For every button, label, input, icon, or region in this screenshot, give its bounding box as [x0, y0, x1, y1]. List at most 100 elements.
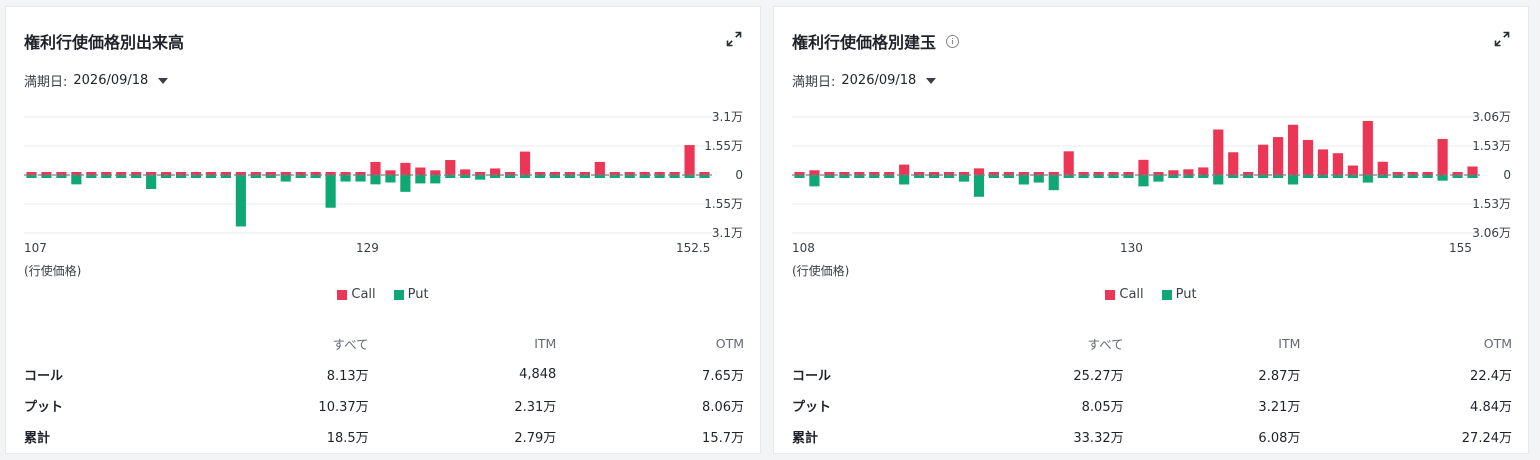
- table-header: OTM: [715, 335, 744, 351]
- bar-put[interactable]: [355, 175, 366, 182]
- open-interest-panel: 権利行使価格別建玉 満期日: 2026/09/18 3.06万 1.53万 0 1.5…: [773, 6, 1529, 454]
- y-tick-label: 3.06万: [1472, 226, 1511, 239]
- bar-call[interactable]: [1228, 152, 1239, 175]
- bar-put[interactable]: [1048, 175, 1059, 191]
- bar-call[interactable]: [1437, 138, 1448, 175]
- y-tick-label: 0: [735, 168, 743, 182]
- open-interest-bar-chart: 3.06万 1.53万 0 1.53万 3.06万: [792, 110, 1511, 239]
- bar-call[interactable]: [415, 167, 426, 175]
- bar-call[interactable]: [430, 170, 441, 175]
- bar-put[interactable]: [809, 175, 820, 187]
- bar-call[interactable]: [490, 168, 501, 175]
- expiry-label: 満期日:: [792, 75, 836, 90]
- bar-put[interactable]: [280, 175, 291, 182]
- bar-put[interactable]: [899, 175, 910, 185]
- cell-all: 18.5万: [326, 431, 369, 446]
- bar-put[interactable]: [1138, 175, 1149, 187]
- table-header: すべて: [332, 336, 369, 352]
- bar-put[interactable]: [1033, 175, 1044, 183]
- info-icon[interactable]: [946, 34, 960, 48]
- bar-put[interactable]: [370, 175, 381, 185]
- bar-call[interactable]: [1063, 151, 1074, 175]
- summary-table: すべて ITM OTM コール 25.27万 2.87万 22.4万 プット 8…: [792, 327, 1512, 452]
- y-tick-label: 3.1万: [712, 110, 743, 124]
- bar-call[interactable]: [1302, 139, 1314, 175]
- bar-call[interactable]: [899, 164, 910, 175]
- chart-legend: Call Put: [774, 287, 1528, 302]
- bar-put[interactable]: [340, 175, 351, 182]
- bar-call[interactable]: [1377, 161, 1388, 175]
- bar-call[interactable]: [1138, 159, 1149, 175]
- bar-put[interactable]: [146, 175, 157, 190]
- bar-put[interactable]: [325, 175, 336, 208]
- bar-call[interactable]: [973, 168, 985, 175]
- cell-otm: 4.84万: [1470, 400, 1512, 415]
- cell-itm: 3.21万: [1258, 400, 1301, 415]
- bar-call[interactable]: [370, 161, 381, 175]
- bar-put[interactable]: [430, 175, 441, 184]
- bar-put[interactable]: [415, 175, 426, 184]
- bar-put[interactable]: [475, 175, 486, 180]
- bar-call[interactable]: [400, 162, 411, 175]
- bar-call[interactable]: [460, 169, 471, 175]
- cell-all: 8.05万: [1081, 400, 1124, 415]
- table-row: 累計 33.32万 6.08万 27.24万: [792, 421, 1512, 452]
- bar-put[interactable]: [1018, 175, 1029, 185]
- legend-label-put: Put: [407, 287, 429, 302]
- bar-call[interactable]: [385, 170, 396, 175]
- x-axis-unit: (行使価格): [792, 264, 850, 278]
- legend-item-put[interactable]: Put: [393, 287, 429, 302]
- bar-call[interactable]: [1183, 169, 1194, 175]
- row-label: プット: [792, 400, 832, 415]
- expiry-selector[interactable]: 満期日: 2026/09/18: [24, 71, 169, 90]
- bar-put[interactable]: [235, 175, 246, 227]
- caret-down-icon[interactable]: [926, 77, 937, 84]
- bar-put[interactable]: [1153, 175, 1164, 182]
- bar-call[interactable]: [1168, 170, 1179, 175]
- bar-call[interactable]: [684, 145, 695, 175]
- cell-all: 10.37万: [318, 400, 369, 415]
- bar-put[interactable]: [400, 175, 411, 192]
- bar-put[interactable]: [1362, 175, 1373, 183]
- expand-icon[interactable]: [726, 31, 742, 47]
- bar-call[interactable]: [1332, 153, 1343, 175]
- bar-call[interactable]: [1258, 144, 1269, 175]
- row-label: 累計: [792, 431, 819, 446]
- expand-icon[interactable]: [1494, 31, 1510, 47]
- bar-put[interactable]: [1213, 175, 1224, 185]
- bar-call[interactable]: [1213, 129, 1224, 175]
- legend-item-put[interactable]: Put: [1161, 287, 1197, 302]
- bar-call[interactable]: [1287, 124, 1299, 175]
- bar-call[interactable]: [519, 151, 531, 175]
- row-label: 累計: [24, 431, 51, 446]
- x-tick-label: 129: [356, 241, 379, 255]
- bar-call[interactable]: [594, 161, 605, 175]
- table-header: ITM: [534, 335, 557, 351]
- bar-call[interactable]: [1362, 120, 1373, 175]
- volume-bar-chart: 3.1万 1.55万 0 1.55万 3.1万: [24, 110, 743, 239]
- bar-call[interactable]: [1317, 149, 1329, 175]
- bar-put[interactable]: [958, 175, 970, 182]
- bar-call[interactable]: [1347, 165, 1358, 175]
- legend-item-call[interactable]: Call: [337, 287, 376, 302]
- bar-put[interactable]: [385, 175, 396, 183]
- x-tick-label: 155: [1449, 241, 1472, 255]
- cell-otm: 7.65万: [702, 369, 744, 384]
- x-tick-label: 152.5: [676, 241, 711, 255]
- bar-put[interactable]: [71, 175, 82, 185]
- expiry-selector[interactable]: 満期日: 2026/09/18: [792, 71, 937, 90]
- bar-call[interactable]: [809, 170, 820, 175]
- legend-item-call[interactable]: Call: [1105, 287, 1144, 302]
- cell-itm: 6.08万: [1258, 431, 1301, 446]
- bar-put[interactable]: [973, 175, 985, 197]
- x-axis-unit: (行使価格): [24, 264, 82, 278]
- bar-call[interactable]: [1467, 166, 1478, 175]
- caret-down-icon[interactable]: [158, 77, 169, 84]
- bar-call[interactable]: [1273, 137, 1284, 175]
- table-row: コール 8.13万 4,848 7.65万: [24, 359, 744, 390]
- bar-call[interactable]: [445, 160, 456, 175]
- bar-put[interactable]: [1287, 175, 1299, 185]
- bar-put[interactable]: [1437, 175, 1448, 181]
- panel-title: 権利行使価格別出来高: [24, 29, 184, 53]
- bar-call[interactable]: [1198, 167, 1209, 175]
